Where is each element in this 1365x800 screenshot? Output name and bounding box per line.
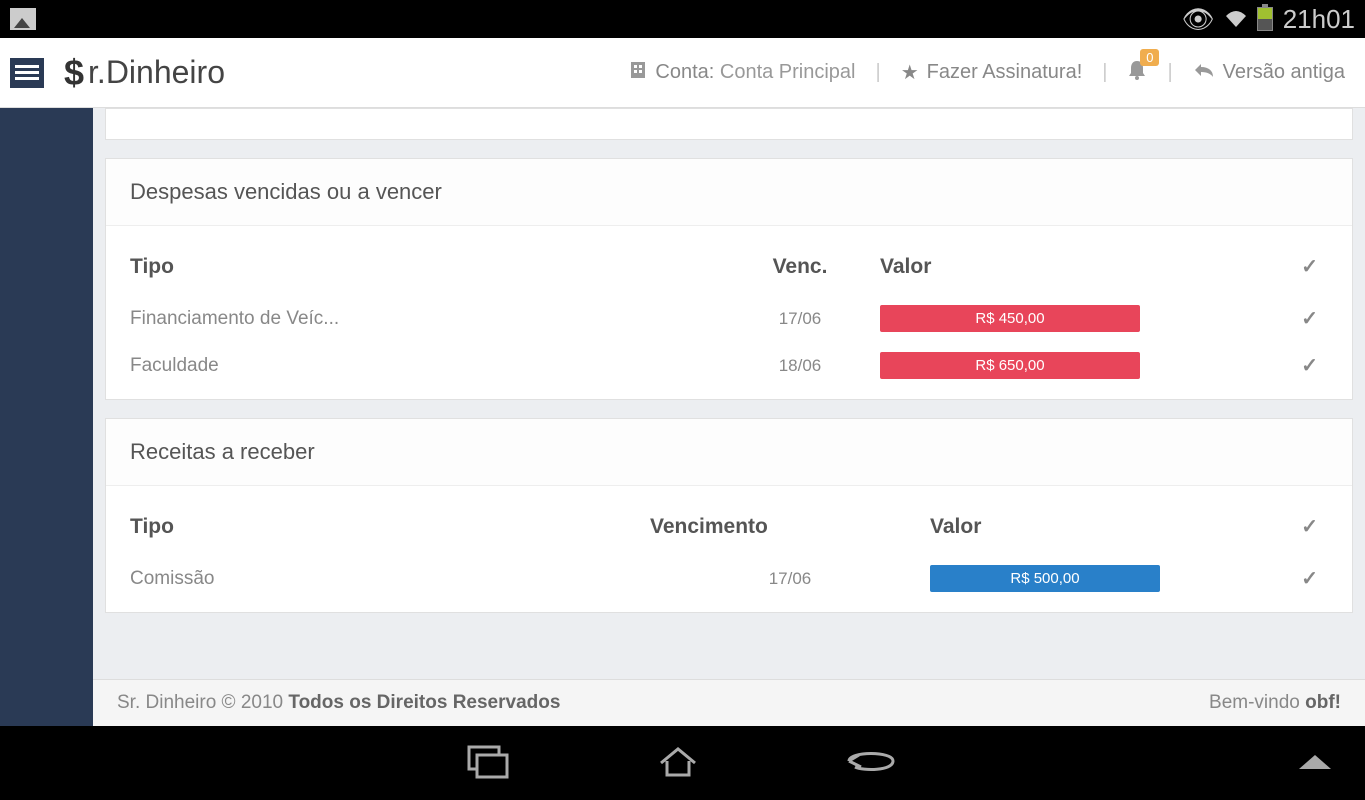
account-selector[interactable]: Conta: Conta Principal [629, 60, 855, 86]
check-icon[interactable]: ✓ [1301, 308, 1318, 330]
page-footer: Sr. Dinheiro © 2010 Todos os Direitos Re… [93, 679, 1365, 726]
incomes-header-row: Tipo Vencimento Valor ✓ [130, 504, 1328, 555]
incomes-panel: Receitas a receber Tipo Vencimento Valor… [105, 418, 1353, 613]
app-header: $r.Dinheiro Conta: Conta Principal | ★ F… [0, 38, 1365, 108]
clock-text: 21h01 [1283, 4, 1355, 35]
menu-icon[interactable] [10, 58, 44, 88]
expense-row[interactable]: Financiamento de Veíc... 17/06 R$ 450,00… [130, 295, 1328, 342]
eye-icon: 👁 [1182, 4, 1215, 35]
expense-row[interactable]: Faculdade 18/06 R$ 650,00 ✓ [130, 342, 1328, 389]
check-header-icon: ✓ [1301, 256, 1318, 278]
old-version-link[interactable]: Versão antiga [1193, 61, 1345, 85]
col-header-venc: Venc. [730, 255, 870, 279]
notification-badge: 0 [1140, 49, 1159, 66]
logo-dollar-icon: $ [64, 52, 84, 94]
incomes-title: Receitas a receber [106, 419, 1352, 486]
col-header-valor: Valor [930, 515, 1180, 539]
col-header-valor: Valor [870, 255, 1150, 279]
android-status-bar: 👁 21h01 [0, 0, 1365, 38]
check-icon[interactable]: ✓ [1301, 568, 1318, 590]
expenses-header-row: Tipo Venc. Valor ✓ [130, 244, 1328, 295]
income-row[interactable]: Comissão 17/06 R$ 500,00 ✓ [130, 555, 1328, 602]
reply-icon [1193, 61, 1215, 85]
check-icon[interactable]: ✓ [1301, 355, 1318, 377]
amount-pill: R$ 650,00 [880, 352, 1140, 379]
picture-notification-icon [10, 8, 36, 30]
nav-menu-button[interactable] [1295, 749, 1335, 778]
expenses-panel: Despesas vencidas ou a vencer Tipo Venc.… [105, 158, 1353, 400]
android-nav-bar [0, 726, 1365, 800]
building-icon [629, 60, 647, 86]
battery-icon [1257, 7, 1273, 31]
expenses-title: Despesas vencidas ou a vencer [106, 159, 1352, 226]
recent-apps-button[interactable] [463, 741, 513, 786]
amount-pill: R$ 450,00 [880, 305, 1140, 332]
amount-pill: R$ 500,00 [930, 565, 1160, 592]
col-header-tipo: Tipo [130, 515, 650, 539]
wifi-icon [1225, 4, 1247, 35]
home-button[interactable] [653, 741, 703, 786]
panel-stub [105, 108, 1353, 140]
check-header-icon: ✓ [1301, 516, 1318, 538]
subscribe-link[interactable]: ★ Fazer Assinatura! [901, 60, 1083, 85]
col-header-tipo: Tipo [130, 255, 730, 279]
star-icon: ★ [901, 60, 919, 85]
notifications-button[interactable]: 0 [1127, 59, 1147, 87]
app-logo: $r.Dinheiro [64, 52, 225, 94]
sidebar[interactable] [0, 108, 93, 726]
back-button[interactable] [843, 741, 903, 786]
col-header-venc: Vencimento [650, 515, 930, 539]
